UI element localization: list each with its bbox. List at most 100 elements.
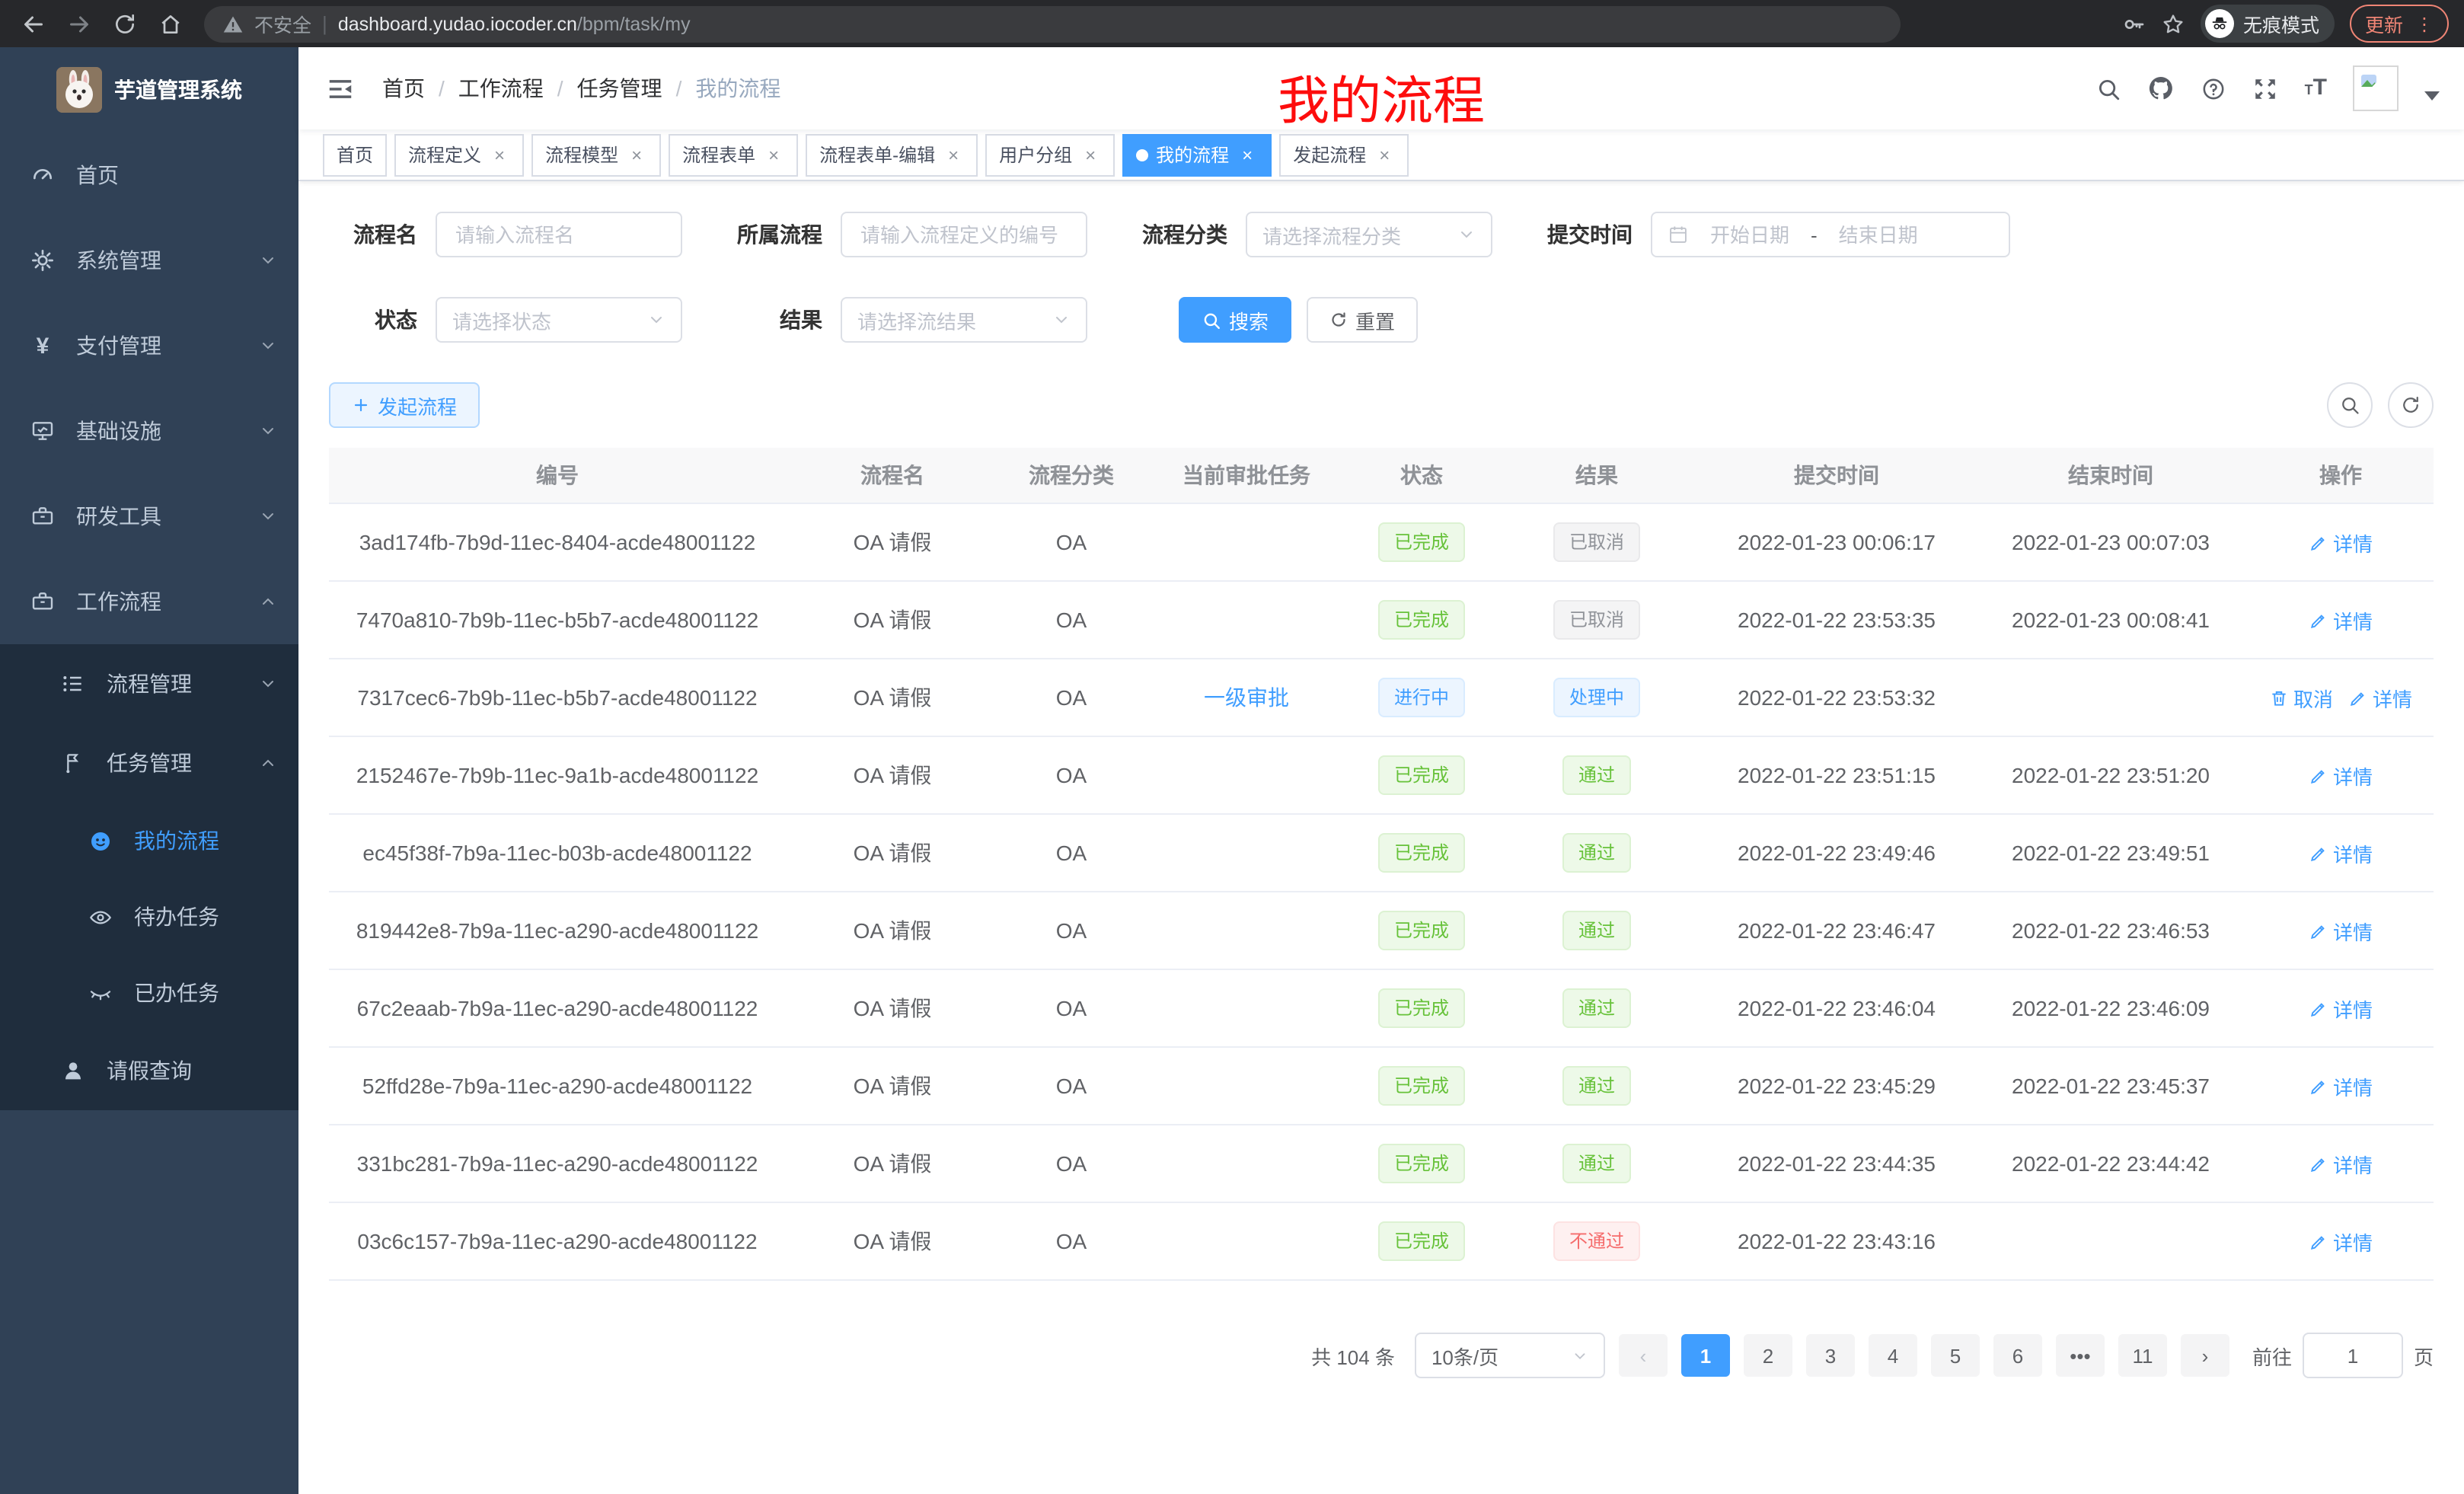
result-select[interactable]: 请选择流结果 bbox=[841, 297, 1087, 343]
detail-link[interactable]: 详情 bbox=[2309, 1227, 2373, 1256]
reload-icon[interactable] bbox=[107, 5, 143, 42]
goto-page-input[interactable] bbox=[2319, 1342, 2386, 1368]
update-button[interactable]: 更新 ⋮ bbox=[2350, 5, 2449, 43]
page-button[interactable]: 4 bbox=[1869, 1334, 1917, 1377]
end-date-input[interactable] bbox=[1827, 222, 1930, 247]
result-cell: 已取消 bbox=[1494, 600, 1700, 640]
close-icon[interactable]: × bbox=[1374, 144, 1395, 165]
tab-home[interactable]: 首页 bbox=[323, 133, 387, 176]
more-pages-button[interactable]: ••• bbox=[2056, 1334, 2105, 1377]
cancel-link[interactable]: 取消 bbox=[2269, 683, 2333, 712]
page-url[interactable]: dashboard.yudao.iocoder.cn/bpm/task/my bbox=[338, 13, 691, 34]
breadcrumb-home[interactable]: 首页 bbox=[382, 73, 425, 104]
submit-time: 2022-01-22 23:45:29 bbox=[1700, 1074, 1974, 1098]
avatar[interactable] bbox=[2353, 65, 2399, 111]
parent-process-input[interactable] bbox=[857, 222, 1071, 247]
sidebar-item-todo-tasks[interactable]: 待办任务 bbox=[0, 879, 298, 955]
url-host: dashboard.yudao.iocoder.cn bbox=[338, 13, 577, 34]
detail-link[interactable]: 详情 bbox=[2348, 683, 2412, 712]
close-icon[interactable]: × bbox=[943, 144, 964, 165]
detail-link[interactable]: 详情 bbox=[2309, 761, 2373, 790]
reset-button-label: 重置 bbox=[1355, 305, 1395, 334]
start-date-input[interactable] bbox=[1698, 222, 1802, 247]
category-select[interactable]: 请选择流程分类 bbox=[1246, 212, 1492, 257]
tab-process-definition[interactable]: 流程定义× bbox=[394, 133, 524, 176]
browser-menu-icon[interactable]: ⋮ bbox=[2415, 14, 2434, 33]
sidebar-item-home[interactable]: 首页 bbox=[0, 132, 298, 218]
next-page-button[interactable]: › bbox=[2181, 1334, 2229, 1377]
sidebar-item-leave-query[interactable]: 请假查询 bbox=[0, 1031, 298, 1110]
status-placeholder: 请选择状态 bbox=[452, 305, 551, 334]
fullscreen-icon[interactable] bbox=[2253, 75, 2279, 101]
caret-down-icon[interactable] bbox=[2424, 91, 2440, 101]
page-size-select[interactable]: 10条/页 bbox=[1415, 1333, 1605, 1378]
forward-icon[interactable] bbox=[61, 5, 97, 42]
tab-start-process[interactable]: 发起流程× bbox=[1279, 133, 1409, 176]
close-icon[interactable]: × bbox=[1237, 144, 1258, 165]
github-icon[interactable] bbox=[2148, 75, 2175, 102]
tab-user-group[interactable]: 用户分组× bbox=[985, 133, 1115, 176]
page-button[interactable]: 1 bbox=[1681, 1334, 1730, 1377]
create-process-button[interactable]: 发起流程 bbox=[329, 382, 480, 428]
star-icon[interactable] bbox=[2161, 11, 2185, 36]
page-button[interactable]: 3 bbox=[1806, 1334, 1855, 1377]
status-select[interactable]: 请选择状态 bbox=[436, 297, 682, 343]
breadcrumb-current: 我的流程 bbox=[695, 73, 780, 104]
page-button[interactable]: 2 bbox=[1744, 1334, 1792, 1377]
current-task-link[interactable]: 一级审批 bbox=[1204, 685, 1289, 710]
result-cell: 通过 bbox=[1494, 911, 1700, 950]
breadcrumb-task-mgmt[interactable]: 任务管理 bbox=[577, 73, 662, 104]
sidebar-item-infrastructure[interactable]: 基础设施 bbox=[0, 388, 298, 474]
fontsize-icon[interactable]: TT bbox=[2305, 75, 2327, 102]
sidebar-item-task-mgmt[interactable]: 任务管理 bbox=[0, 723, 298, 803]
back-icon[interactable] bbox=[15, 5, 52, 42]
category-placeholder: 请选择流程分类 bbox=[1262, 220, 1401, 249]
key-icon[interactable] bbox=[2121, 11, 2146, 36]
detail-link[interactable]: 详情 bbox=[2309, 916, 2373, 945]
sidebar-item-done-tasks[interactable]: 已办任务 bbox=[0, 955, 298, 1031]
sidebar-item-payment[interactable]: ¥支付管理 bbox=[0, 303, 298, 388]
status-cell: 已完成 bbox=[1349, 755, 1494, 795]
sidebar-item-devtools[interactable]: 研发工具 bbox=[0, 474, 298, 559]
close-icon[interactable]: × bbox=[489, 144, 510, 165]
app-logo-row[interactable]: 芋道管理系统 bbox=[0, 47, 298, 132]
hamburger-icon[interactable] bbox=[326, 74, 355, 103]
sidebar-item-workflow[interactable]: 工作流程 bbox=[0, 559, 298, 644]
page-button[interactable]: 5 bbox=[1931, 1334, 1980, 1377]
end-time: 2022-01-23 00:07:03 bbox=[1974, 530, 2248, 554]
tab-my-process[interactable]: 我的流程× bbox=[1122, 133, 1272, 176]
help-icon[interactable] bbox=[2201, 75, 2227, 101]
sidebar-item-system[interactable]: 系统管理 bbox=[0, 218, 298, 303]
sidebar-item-process-mgmt[interactable]: 流程管理 bbox=[0, 644, 298, 723]
detail-link[interactable]: 详情 bbox=[2309, 994, 2373, 1023]
process-name-input[interactable] bbox=[452, 222, 665, 247]
detail-link[interactable]: 详情 bbox=[2309, 605, 2373, 634]
security-label[interactable]: 不安全 bbox=[254, 9, 311, 38]
detail-link[interactable]: 详情 bbox=[2309, 1149, 2373, 1178]
detail-link[interactable]: 详情 bbox=[2309, 528, 2373, 557]
table-refresh-icon[interactable] bbox=[2388, 382, 2434, 428]
tab-process-form[interactable]: 流程表单× bbox=[669, 133, 798, 176]
search-icon[interactable] bbox=[2096, 75, 2122, 101]
date-range-picker[interactable]: - bbox=[1651, 212, 2010, 257]
reset-button[interactable]: 重置 bbox=[1307, 297, 1418, 343]
sidebar-item-my-process[interactable]: 我的流程 bbox=[0, 803, 298, 879]
page-button[interactable]: 6 bbox=[1993, 1334, 2042, 1377]
search-button[interactable]: 搜索 bbox=[1179, 297, 1291, 343]
address-bar[interactable]: 不安全 | dashboard.yudao.iocoder.cn/bpm/tas… bbox=[204, 5, 1901, 42]
close-icon[interactable]: × bbox=[1080, 144, 1101, 165]
detail-link[interactable]: 详情 bbox=[2309, 1071, 2373, 1100]
home-icon[interactable] bbox=[152, 5, 189, 42]
page-button[interactable]: 11 bbox=[2118, 1334, 2167, 1377]
close-icon[interactable]: × bbox=[626, 144, 647, 165]
detail-link[interactable]: 详情 bbox=[2309, 838, 2373, 867]
close-icon[interactable]: × bbox=[763, 144, 784, 165]
tab-process-form-edit[interactable]: 流程表单-编辑× bbox=[806, 133, 978, 176]
column-header: 编号 bbox=[329, 460, 786, 490]
page-size-value: 10条/页 bbox=[1431, 1341, 1499, 1370]
table-search-toggle-icon[interactable] bbox=[2327, 382, 2373, 428]
breadcrumb-workflow[interactable]: 工作流程 bbox=[458, 73, 544, 104]
prev-page-button[interactable]: ‹ bbox=[1619, 1334, 1668, 1377]
tab-process-model[interactable]: 流程模型× bbox=[531, 133, 661, 176]
chrome-actions: 无痕模式 更新 ⋮ bbox=[2121, 5, 2449, 43]
